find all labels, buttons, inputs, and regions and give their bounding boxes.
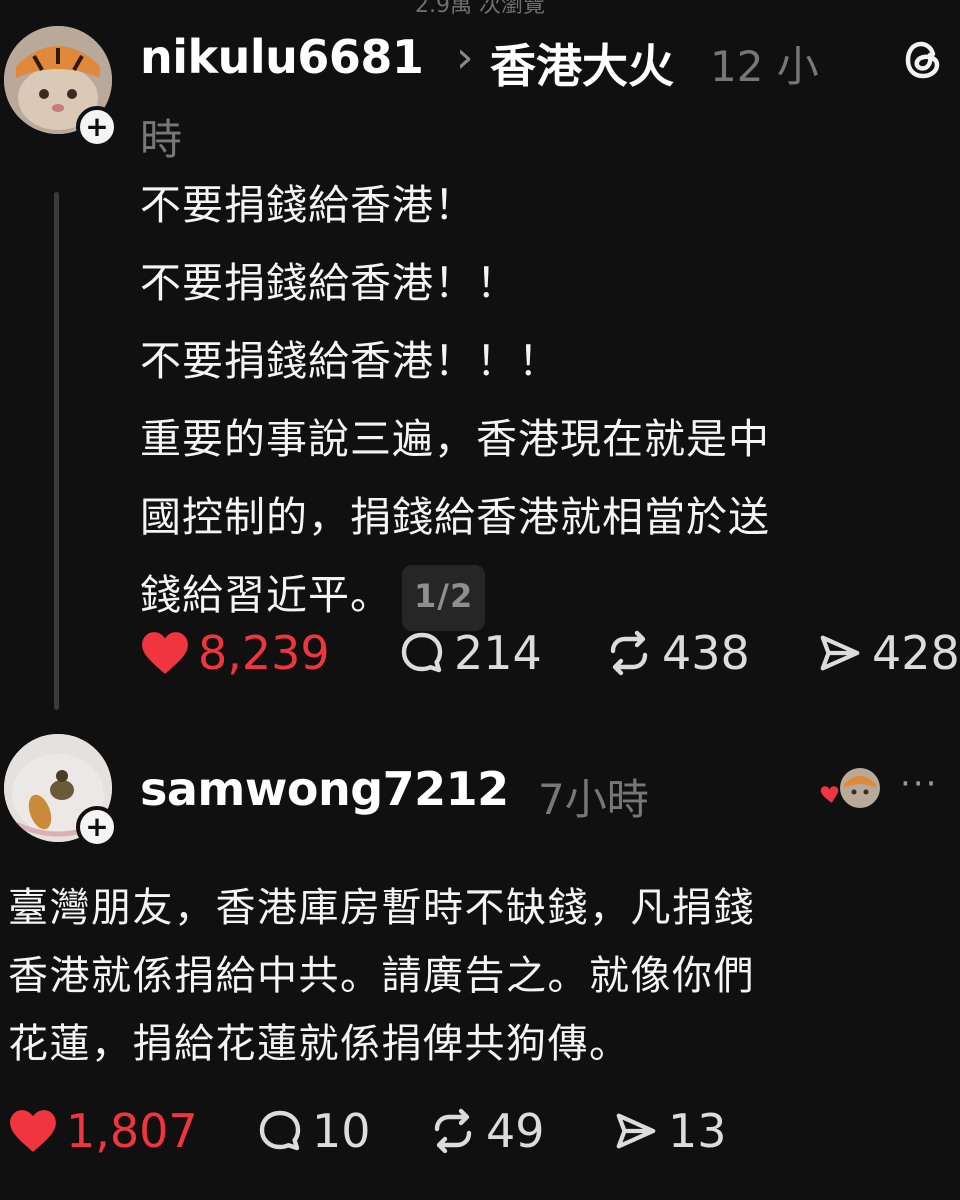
comment-icon: [259, 1110, 301, 1151]
username[interactable]: samwong7212: [140, 762, 509, 816]
post-line: 重要的事說三遍，香港現在就是中: [140, 415, 770, 463]
plus-icon: +: [85, 110, 109, 143]
share-icon: [616, 1113, 656, 1149]
post-line: 香港就係捐給中共。請廣告之。就像你們: [8, 953, 755, 999]
like-count: 8,239: [198, 626, 330, 680]
post-line: 國控制的，捐錢給香港就相當於送: [140, 493, 770, 541]
share-count: 428: [872, 626, 960, 680]
thread-line: [54, 192, 59, 710]
page-indicator[interactable]: 1/2: [402, 565, 486, 631]
post-line: 臺灣朋友，香港庫房暫時不缺錢，凡捐錢: [8, 885, 755, 931]
reply-count: 214: [454, 626, 542, 680]
username[interactable]: nikulu6681: [140, 30, 424, 84]
repost-count: 438: [662, 626, 750, 680]
post-time: 7小時: [538, 775, 649, 824]
repost-button[interactable]: 438: [604, 626, 750, 680]
reply-button[interactable]: 214: [398, 626, 542, 680]
heart-icon: [10, 1110, 56, 1152]
plus-icon: +: [85, 810, 109, 843]
reply-button[interactable]: 10: [256, 1104, 371, 1158]
follow-plus-button[interactable]: +: [76, 106, 118, 148]
share-count: 13: [668, 1104, 727, 1158]
like-button[interactable]: 1,807: [8, 1104, 198, 1158]
post-time-wrap: 時: [140, 115, 183, 164]
view-count-partial: 2.9萬 次瀏覽: [415, 0, 545, 18]
comment-icon: [401, 632, 443, 673]
post-line: 不要捐錢給香港！: [140, 181, 476, 229]
post-line: 花蓮，捐給花蓮就係捐俾共狗傳。: [8, 1021, 631, 1067]
repost-icon: [610, 630, 648, 676]
post-line: 不要捐錢給香港！！: [140, 259, 518, 307]
share-button[interactable]: 428: [816, 626, 960, 680]
repost-count: 49: [486, 1104, 545, 1158]
share-button[interactable]: 13: [612, 1104, 727, 1158]
breadcrumb-separator: ›: [456, 32, 474, 83]
topic-tag[interactable]: 香港大火: [490, 30, 674, 96]
repost-icon: [434, 1108, 472, 1154]
like-button[interactable]: 8,239: [140, 626, 330, 680]
more-icon[interactable]: ···: [900, 764, 938, 804]
post-line: 錢給習近平。 1/2: [140, 556, 950, 634]
heart-icon: [142, 632, 188, 674]
post-line: 不要捐錢給香港！！！: [140, 337, 560, 385]
share-icon: [820, 635, 860, 671]
repost-button[interactable]: 49: [428, 1104, 545, 1158]
reply-body: 臺灣朋友，香港庫房暫時不缺錢，凡捐錢 香港就係捐給中共。請廣告之。就像你們 花蓮…: [8, 874, 953, 1078]
post-line-text: 錢給習近平。: [140, 571, 392, 619]
threads-logo-icon[interactable]: [902, 38, 946, 82]
like-count: 1,807: [66, 1104, 198, 1158]
post-time: 12 小: [710, 42, 819, 91]
liked-by-author-badge: [818, 766, 882, 810]
post-body: 不要捐錢給香港！ 不要捐錢給香港！！ 不要捐錢給香港！！！ 重要的事說三遍，香港…: [140, 166, 950, 634]
reply-count: 10: [312, 1104, 371, 1158]
follow-plus-button[interactable]: +: [76, 806, 118, 848]
